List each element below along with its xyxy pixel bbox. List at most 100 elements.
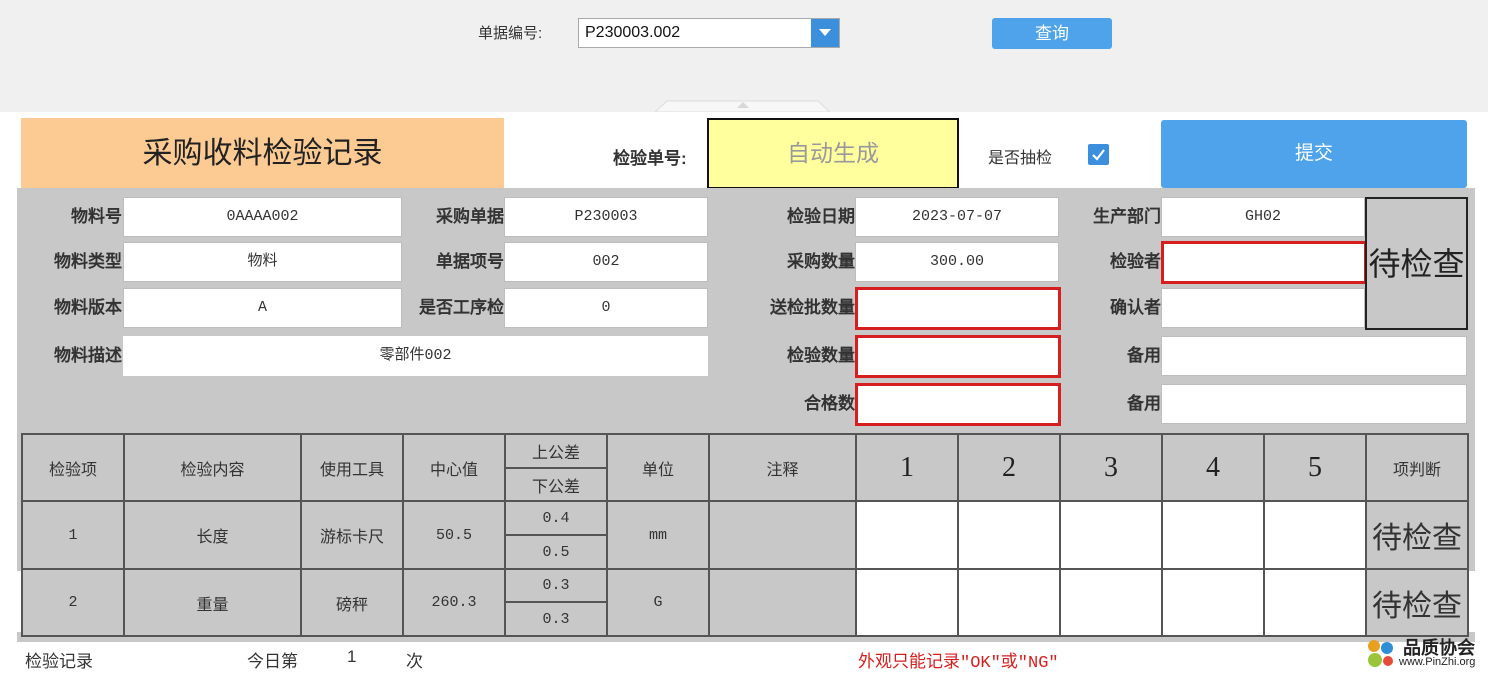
purchase-qty-field[interactable]: 300.00 [855, 242, 1059, 282]
sample-cell-4[interactable] [1161, 568, 1265, 637]
inspection-table: 检验项 检验内容 使用工具 中心值 上公差 单位 注释 1 2 3 4 5 项判… [21, 433, 1469, 637]
sample-cell-5[interactable] [1263, 500, 1367, 570]
spare2-field[interactable] [1161, 384, 1467, 424]
row-lower: 0.3 [504, 601, 608, 637]
material-type-label: 物料类型 [54, 252, 122, 271]
query-button[interactable]: 查询 [992, 18, 1112, 49]
spare1-field[interactable] [1161, 336, 1467, 376]
purchase-order-label: 采购单据 [436, 207, 504, 226]
query-bar: 单据编号: P230003.002 查询 [0, 0, 1488, 112]
material-type-field[interactable]: 物料 [123, 242, 402, 282]
table-row: 1 长度 游标卡尺 50.5 0.4 mm 待检查 [21, 500, 1469, 570]
process-check-field[interactable]: 0 [504, 288, 708, 328]
dept-field[interactable]: GH02 [1161, 197, 1365, 237]
inspection-form: 采购收料检验记录 检验单号: 自动生成 是否抽检 提交 物料号 0AAAA002… [0, 112, 1488, 673]
today-count: 1 [347, 647, 357, 666]
checkmark-icon [1092, 149, 1105, 161]
row-tool: 磅秤 [300, 568, 404, 637]
pass-qty-field[interactable] [855, 383, 1061, 426]
sampling-label: 是否抽检 [988, 150, 1053, 167]
col-sample-4: 4 [1161, 433, 1265, 502]
row-note [708, 500, 857, 570]
col-sample-2: 2 [957, 433, 1061, 502]
inspection-no-label: 检验单号: [613, 149, 687, 168]
inspect-qty-label: 检验数量 [787, 346, 855, 365]
row-item: 2 [21, 568, 125, 637]
today-label: 今日第 [247, 652, 298, 671]
sample-cell-3[interactable] [1059, 500, 1163, 570]
sample-cell-3[interactable] [1059, 568, 1163, 637]
status-badge: 待检查 [1365, 197, 1468, 330]
dept-label: 生产部门 [1093, 207, 1161, 226]
inspector-field[interactable] [1161, 241, 1367, 284]
inspection-no-field: 自动生成 [707, 118, 959, 189]
batch-qty-field[interactable] [855, 287, 1061, 330]
inspect-qty-field[interactable] [855, 335, 1061, 378]
spare1-label: 备用 [1127, 346, 1161, 365]
material-desc-label: 物料描述 [54, 346, 122, 365]
row-upper: 0.3 [504, 568, 608, 603]
col-tool: 使用工具 [300, 433, 404, 502]
doc-no-label: 单据编号: [478, 25, 543, 42]
col-judge: 项判断 [1365, 433, 1469, 502]
inspect-date-label: 检验日期 [787, 207, 855, 226]
purchase-qty-label: 采购数量 [787, 252, 855, 271]
row-center: 260.3 [402, 568, 506, 637]
sample-cell-2[interactable] [957, 500, 1061, 570]
sampling-checkbox[interactable] [1088, 144, 1109, 165]
logo-icon [1368, 640, 1393, 667]
table-row: 2 重量 磅秤 260.3 0.3 G 待检查 [21, 568, 1469, 637]
material-version-field[interactable]: A [123, 288, 402, 328]
sample-cell-1[interactable] [855, 500, 959, 570]
logo-url: www.PinZhi.org [1399, 656, 1476, 668]
col-sample-1: 1 [855, 433, 959, 502]
inspector-label: 检验者 [1110, 252, 1161, 271]
row-note [708, 568, 857, 637]
row-judge: 待检查 [1365, 500, 1469, 570]
material-version-label: 物料版本 [54, 298, 122, 317]
record-label: 检验记录 [25, 652, 93, 671]
material-no-label: 物料号 [71, 207, 122, 226]
collapse-panel-tab[interactable] [655, 99, 830, 112]
appearance-note: 外观只能记录"OK"或"NG" [858, 654, 1059, 673]
col-item: 检验项 [21, 433, 125, 502]
row-center: 50.5 [402, 500, 506, 570]
sample-cell-2[interactable] [957, 568, 1061, 637]
purchase-order-field[interactable]: P230003 [504, 197, 708, 237]
doc-no-value: P230003.002 [585, 24, 681, 41]
col-note: 注释 [708, 433, 857, 502]
material-desc-field[interactable]: 零部件002 [123, 336, 708, 376]
confirmer-field[interactable] [1161, 288, 1365, 328]
row-item: 1 [21, 500, 125, 570]
col-sample-5: 5 [1263, 433, 1367, 502]
material-no-field[interactable]: 0AAAA002 [123, 197, 402, 237]
col-unit: 单位 [606, 433, 710, 502]
dropdown-button[interactable] [811, 19, 839, 47]
times-label: 次 [406, 652, 423, 671]
col-center: 中心值 [402, 433, 506, 502]
sample-cell-1[interactable] [855, 568, 959, 637]
row-content: 重量 [123, 568, 302, 637]
submit-button[interactable]: 提交 [1161, 120, 1467, 188]
pass-qty-label: 合格数 [804, 394, 855, 413]
site-logo: 品质协会 www.PinZhi.org [1363, 634, 1488, 672]
row-content: 长度 [123, 500, 302, 570]
row-lower: 0.5 [504, 534, 608, 570]
inspect-date-field[interactable]: 2023-07-07 [855, 197, 1059, 237]
spare2-label: 备用 [1127, 394, 1161, 413]
order-item-field[interactable]: 002 [504, 242, 708, 282]
batch-qty-label: 送检批数量 [770, 298, 855, 317]
col-content: 检验内容 [123, 433, 302, 502]
row-upper: 0.4 [504, 500, 608, 536]
doc-no-select[interactable]: P230003.002 [578, 18, 840, 48]
col-lower: 下公差 [504, 467, 608, 502]
sample-cell-4[interactable] [1161, 500, 1265, 570]
col-sample-3: 3 [1059, 433, 1163, 502]
order-item-label: 单据项号 [436, 252, 504, 271]
chevron-down-icon [819, 29, 831, 36]
row-judge: 待检查 [1365, 568, 1469, 637]
sample-cell-5[interactable] [1263, 568, 1367, 637]
process-check-label: 是否工序检 [419, 298, 504, 317]
row-unit: mm [606, 500, 710, 570]
col-upper: 上公差 [504, 433, 608, 469]
